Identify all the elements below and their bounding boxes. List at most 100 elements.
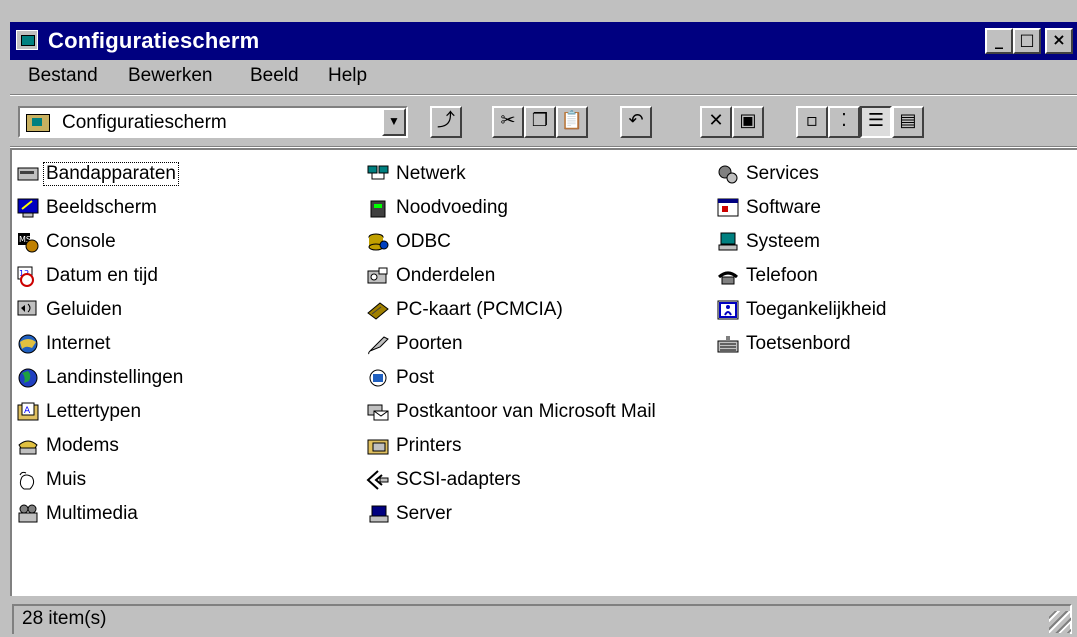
- item-printers[interactable]: Printers: [366, 432, 463, 460]
- components-icon: [366, 265, 390, 287]
- ports-plug-icon: [366, 333, 390, 355]
- address-combobox[interactable]: Configuratiescherm ▼: [18, 106, 408, 138]
- up-folder-icon: ⤴: [437, 110, 455, 131]
- list-view-icon: ☰: [867, 110, 885, 131]
- item-post[interactable]: Post: [366, 364, 436, 392]
- item-list: Bandapparaten Beeldscherm MS Console 12 Da…: [10, 148, 1077, 596]
- list-view-button[interactable]: ☰: [860, 106, 892, 138]
- internet-globe-icon: [16, 333, 40, 355]
- paste-icon: 📋: [560, 110, 584, 131]
- item-internet[interactable]: Internet: [16, 330, 112, 358]
- item-software[interactable]: Software: [716, 194, 823, 222]
- title-bar[interactable]: Configuratiescherm _ □ ×: [10, 22, 1077, 60]
- item-scsi-adapters[interactable]: SCSI-adapters: [366, 466, 523, 494]
- cut-button[interactable]: ✂: [492, 106, 524, 138]
- item-bandapparaten[interactable]: Bandapparaten: [16, 160, 179, 188]
- item-services[interactable]: Services: [716, 160, 821, 188]
- item-postkantoor[interactable]: Postkantoor van Microsoft Mail: [366, 398, 658, 426]
- item-lettertypen[interactable]: A Lettertypen: [16, 398, 143, 426]
- item-poorten[interactable]: Poorten: [366, 330, 465, 358]
- properties-icon: ▣: [739, 110, 757, 131]
- item-onderdelen[interactable]: Onderdelen: [366, 262, 497, 290]
- menu-separator: [10, 94, 1077, 96]
- console-icon: MS: [16, 231, 40, 253]
- odbc-database-icon: [366, 231, 390, 253]
- services-gears-icon: [716, 163, 740, 185]
- menu-bestand[interactable]: Bestand: [28, 65, 98, 87]
- toolbar: Configuratiescherm ▼ ⤴ ✂ ❐ 📋 ↶ ✕ ▣ ▫ ⁚ ☰…: [10, 100, 1077, 144]
- delete-button[interactable]: ✕: [700, 106, 732, 138]
- item-systeem[interactable]: Systeem: [716, 228, 822, 256]
- up-folder-button[interactable]: ⤴: [430, 106, 462, 138]
- undo-button[interactable]: ↶: [620, 106, 652, 138]
- control-panel-window: Configuratiescherm _ □ × Bestand Bewerke…: [0, 0, 1077, 637]
- item-modems[interactable]: Modems: [16, 432, 121, 460]
- ups-battery-icon: [366, 197, 390, 219]
- item-multimedia[interactable]: Multimedia: [16, 500, 140, 528]
- server-computer-icon: [366, 503, 390, 525]
- keyboard-icon: [716, 333, 740, 355]
- maximize-button[interactable]: □: [1013, 28, 1041, 54]
- printers-folder-icon: [366, 435, 390, 457]
- delete-icon: ✕: [708, 110, 724, 131]
- system-computer-icon: [716, 231, 740, 253]
- svg-text:A: A: [24, 406, 31, 416]
- multimedia-icon: [16, 503, 40, 525]
- details-view-button[interactable]: ▤: [892, 106, 924, 138]
- pc-card-icon: [366, 299, 390, 321]
- menu-help[interactable]: Help: [328, 65, 367, 87]
- undo-icon: ↶: [628, 110, 644, 131]
- item-toetsenbord[interactable]: Toetsenbord: [716, 330, 853, 358]
- item-beeldscherm[interactable]: Beeldscherm: [16, 194, 159, 222]
- modem-phone-icon: [16, 435, 40, 457]
- paste-button[interactable]: 📋: [556, 106, 588, 138]
- menu-bewerken[interactable]: Bewerken: [128, 65, 213, 87]
- software-install-icon: [716, 197, 740, 219]
- item-odbc[interactable]: ODBC: [366, 228, 453, 256]
- control-panel-icon: [16, 30, 38, 50]
- mail-globe-icon: [366, 367, 390, 389]
- close-button[interactable]: ×: [1045, 28, 1073, 54]
- copy-button[interactable]: ❐: [524, 106, 556, 138]
- details-view-icon: ▤: [899, 110, 917, 131]
- large-icons-button[interactable]: ▫: [796, 106, 828, 138]
- scsi-adapter-icon: [366, 469, 390, 491]
- item-pc-kaart[interactable]: PC-kaart (PCMCIA): [366, 296, 565, 324]
- display-icon: [16, 197, 40, 219]
- item-geluiden[interactable]: Geluiden: [16, 296, 124, 324]
- resize-grip-icon[interactable]: [1049, 611, 1071, 633]
- properties-button[interactable]: ▣: [732, 106, 764, 138]
- mouse-icon: [16, 469, 40, 491]
- minimize-button[interactable]: _: [985, 28, 1013, 54]
- status-bar: 28 item(s): [10, 600, 1077, 637]
- fonts-folder-icon: A: [16, 401, 40, 423]
- large-icons-icon: ▫: [805, 110, 819, 131]
- item-console[interactable]: MS Console: [16, 228, 118, 256]
- accessibility-icon: [716, 299, 740, 321]
- small-icons-button[interactable]: ⁚: [828, 106, 860, 138]
- sound-icon: [16, 299, 40, 321]
- telephony-icon: [716, 265, 740, 287]
- calendar-clock-icon: 12: [16, 265, 40, 287]
- item-landinstellingen[interactable]: Landinstellingen: [16, 364, 185, 392]
- status-text: 28 item(s): [12, 604, 1072, 634]
- dropdown-arrow-button[interactable]: ▼: [382, 108, 406, 136]
- window-title: Configuratiescherm: [48, 28, 260, 53]
- regional-globe-icon: [16, 367, 40, 389]
- cut-icon: ✂: [500, 110, 516, 131]
- menu-beeld[interactable]: Beeld: [250, 65, 299, 87]
- item-netwerk[interactable]: Netwerk: [366, 160, 468, 188]
- control-panel-folder-icon: [26, 114, 50, 132]
- menu-bar: Bestand Bewerken Beeld Help: [10, 62, 1077, 92]
- item-noodvoeding[interactable]: Noodvoeding: [366, 194, 510, 222]
- item-muis[interactable]: Muis: [16, 466, 88, 494]
- postoffice-icon: [366, 401, 390, 423]
- item-toegankelijkheid[interactable]: Toegankelijkheid: [716, 296, 889, 324]
- network-icon: [366, 163, 390, 185]
- item-server[interactable]: Server: [366, 500, 454, 528]
- address-value: Configuratiescherm: [62, 112, 227, 133]
- item-telefoon[interactable]: Telefoon: [716, 262, 820, 290]
- small-icons-icon: ⁚: [841, 110, 847, 131]
- tape-drive-icon: [16, 163, 40, 185]
- item-datum-en-tijd[interactable]: 12 Datum en tijd: [16, 262, 160, 290]
